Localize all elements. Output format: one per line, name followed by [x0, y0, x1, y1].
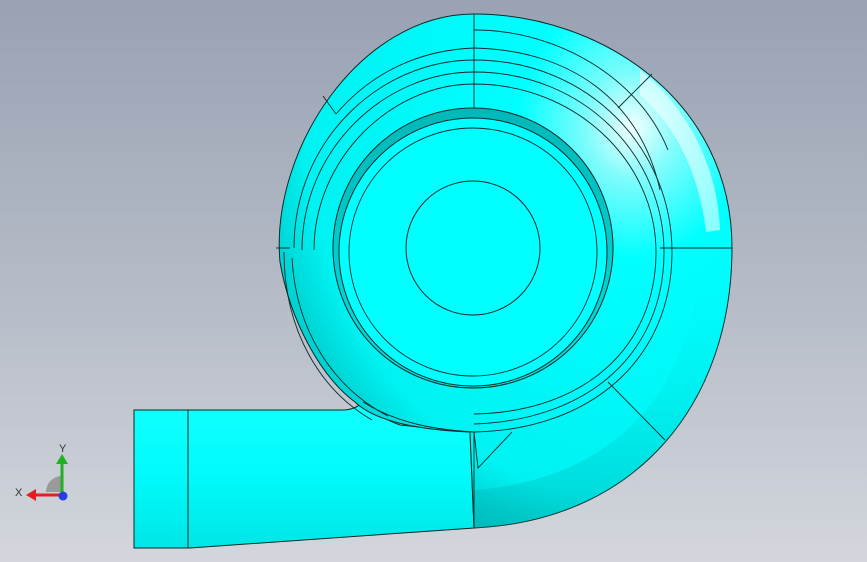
- x-axis-label: X: [15, 487, 23, 499]
- inlet-eye[interactable]: [405, 180, 541, 316]
- pump-volute-model[interactable]: [0, 0, 867, 562]
- x-axis-arrowhead: [26, 489, 36, 501]
- y-axis-arrowhead: [56, 454, 68, 464]
- y-axis-label: Y: [59, 443, 67, 455]
- view-orientation-triad[interactable]: Y X: [12, 440, 82, 510]
- graphics-viewport[interactable]: Y X: [0, 0, 867, 562]
- z-axis-icon: [58, 491, 68, 501]
- triad-plane-icon: [46, 476, 62, 492]
